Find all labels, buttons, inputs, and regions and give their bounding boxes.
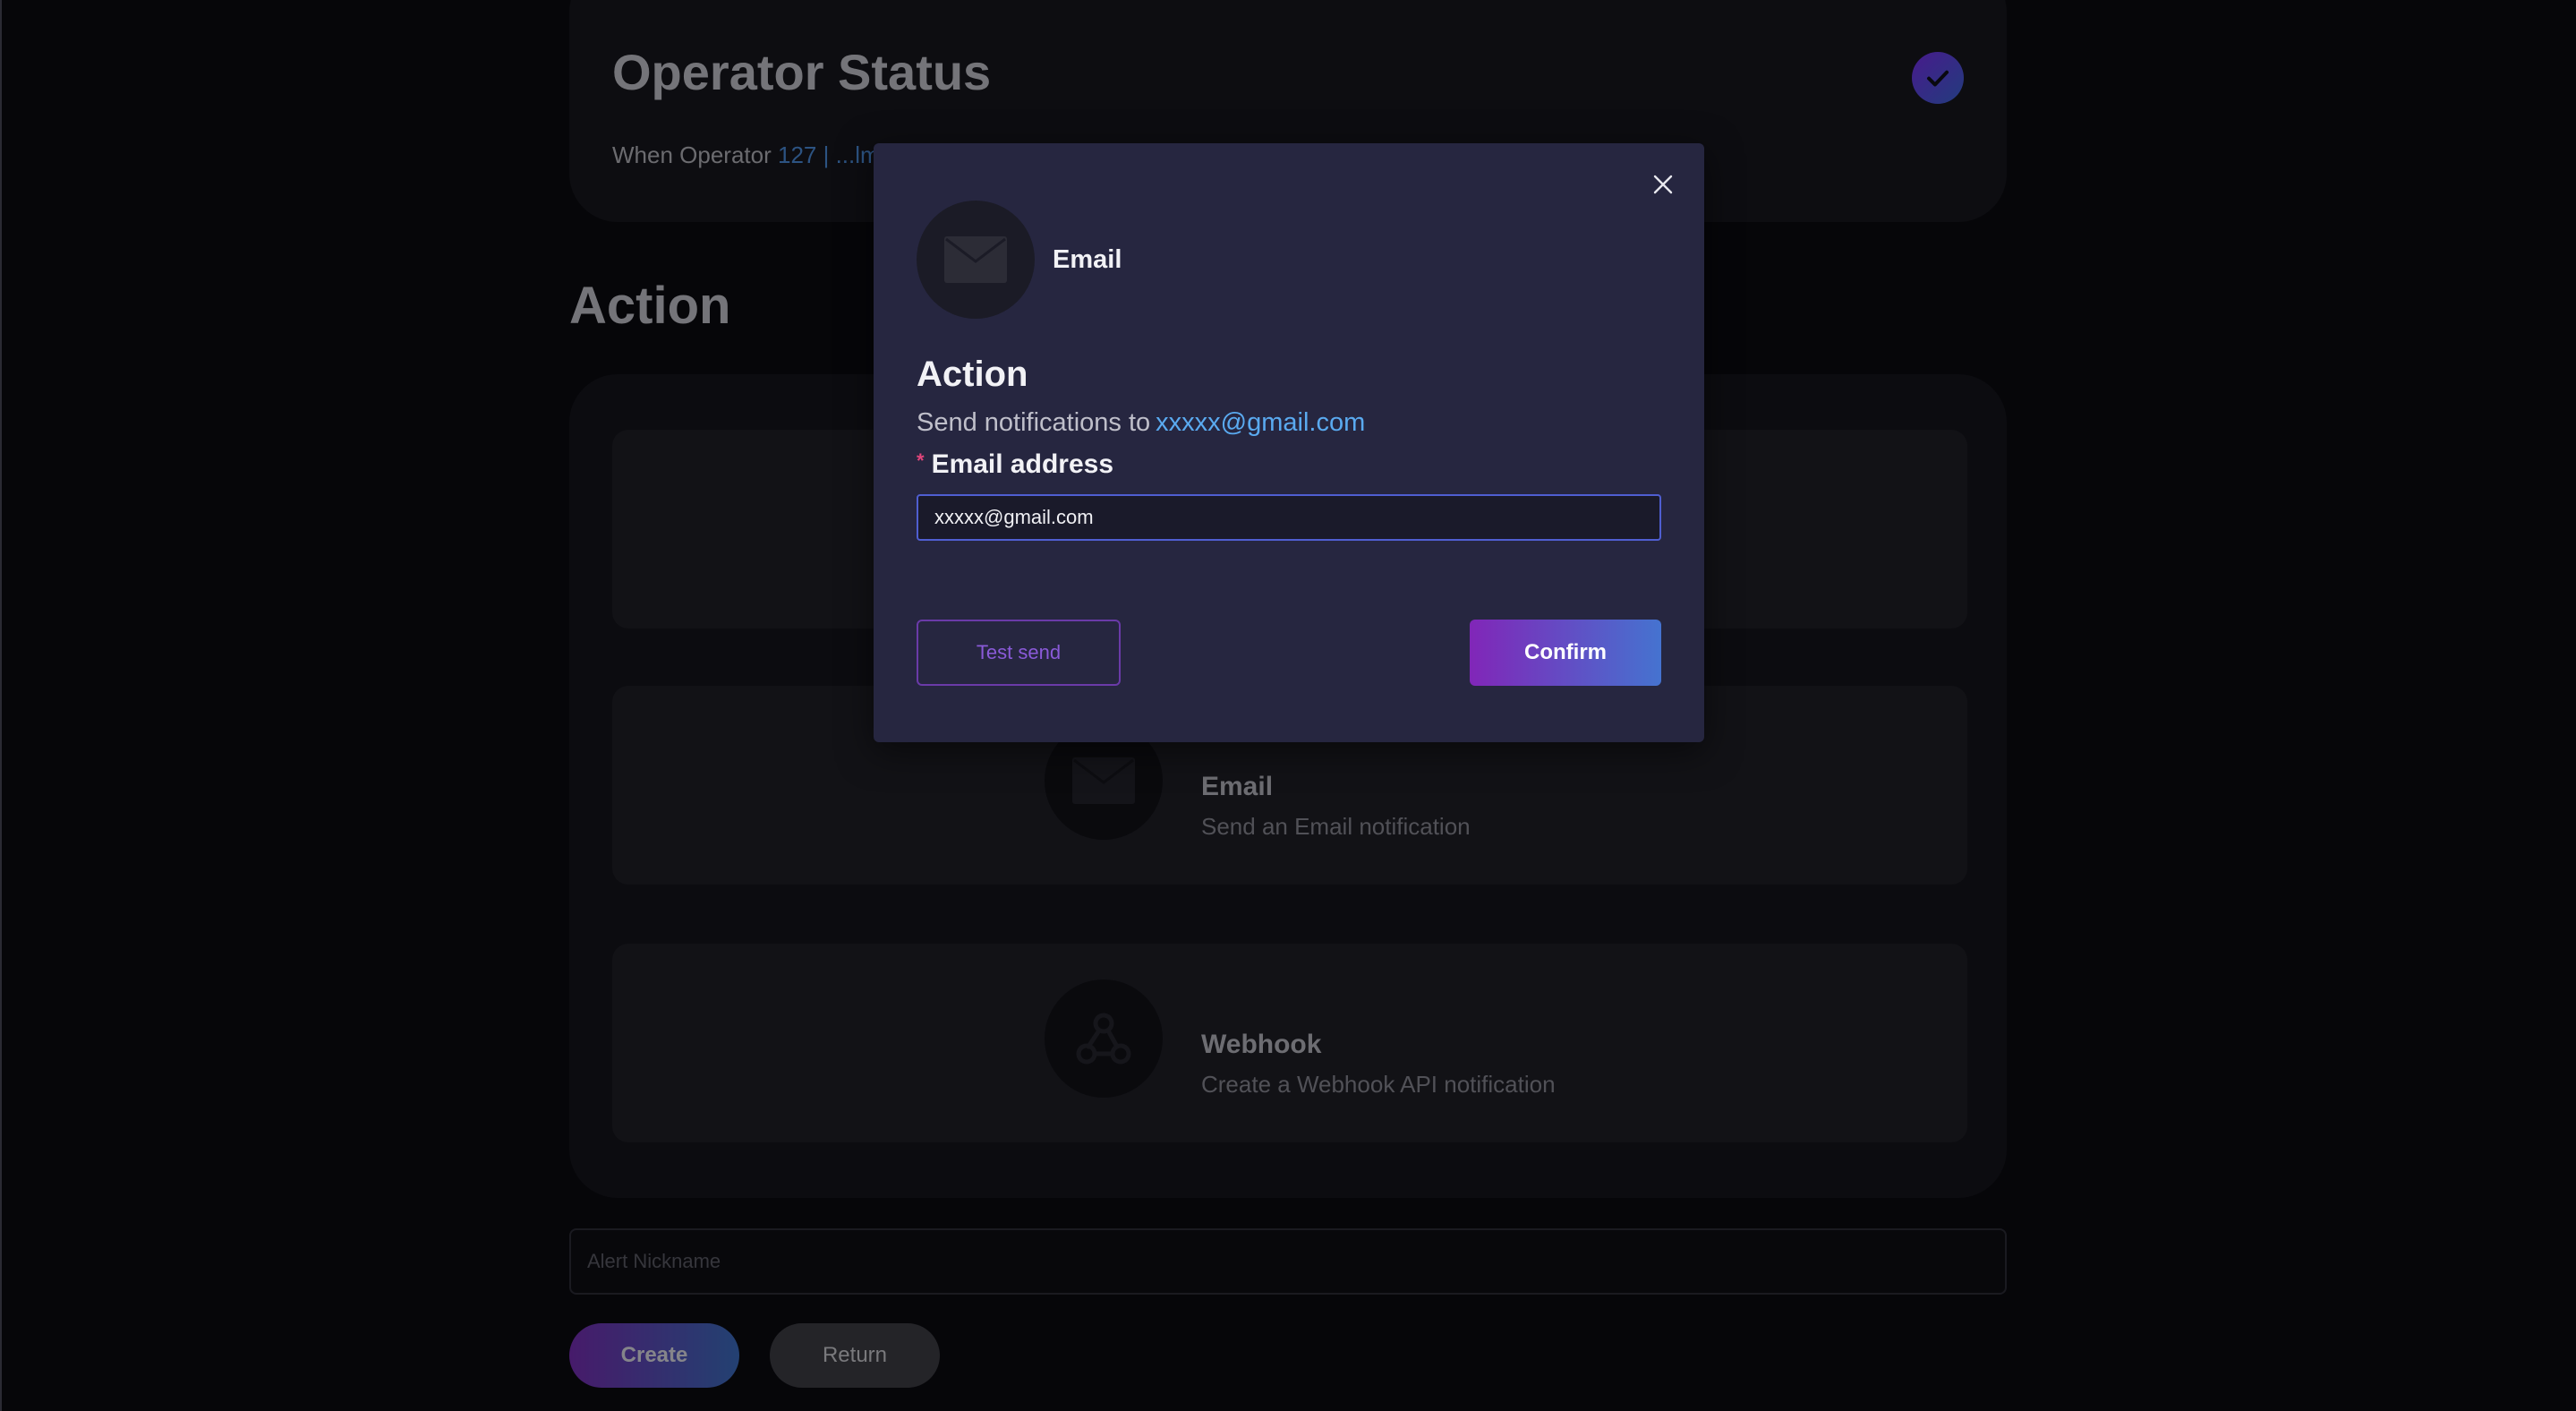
envelope-icon: [917, 201, 1035, 319]
close-icon[interactable]: [1645, 167, 1681, 202]
window-edge: [0, 0, 2, 1411]
modal-heading: Action: [917, 355, 1028, 394]
modal-description: Send notifications to xxxxx@gmail.com: [917, 408, 1365, 438]
required-marker: *: [917, 449, 925, 472]
email-action-modal: Email Action Send notifications to xxxxx@…: [874, 143, 1704, 742]
email-address-label-text: Email address: [931, 449, 1113, 479]
modal-description-email: xxxxx@gmail.com: [1156, 408, 1366, 437]
page: Operator Status When Operator 127 | ...l…: [0, 0, 2576, 1411]
test-send-button[interactable]: Test send: [917, 620, 1121, 686]
email-address-input[interactable]: [917, 494, 1661, 541]
modal-channel-name: Email: [1053, 245, 1122, 274]
confirm-button[interactable]: Confirm: [1470, 620, 1661, 686]
email-address-label: * Email address: [917, 449, 1113, 480]
modal-description-prefix: Send notifications to: [917, 408, 1151, 437]
